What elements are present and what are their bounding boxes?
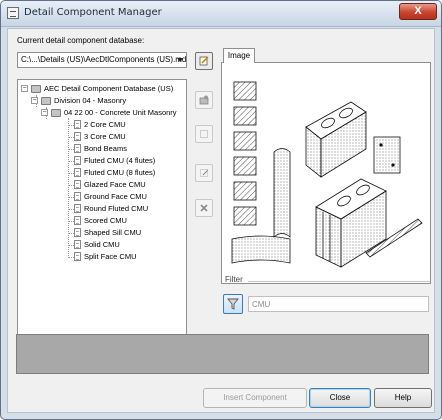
component-icon — [74, 252, 81, 261]
component-icon — [74, 204, 81, 213]
tree-item-label: Fluted CMU (8 flutes) — [84, 168, 156, 177]
new-item-icon — [200, 130, 208, 138]
cmu-preview-drawing — [231, 81, 423, 268]
component-icon — [74, 156, 81, 165]
component-icon — [74, 120, 81, 129]
image-preview-panel — [221, 62, 431, 284]
component-icon — [74, 180, 81, 189]
tree-line — [68, 118, 69, 258]
component-icon — [74, 240, 81, 249]
help-button[interactable]: Help — [374, 388, 432, 408]
tree-item-label: Solid CMU — [84, 240, 120, 249]
component-tree[interactable]: − AEC Detail Component Database (US) − D… — [17, 79, 187, 344]
component-icon — [74, 132, 81, 141]
edit-item-button[interactable] — [195, 164, 213, 182]
component-icon — [74, 144, 81, 153]
component-icon — [74, 192, 81, 201]
component-icon — [74, 216, 81, 225]
app-icon — [7, 7, 19, 19]
delete-icon — [200, 204, 208, 212]
title-bar[interactable]: Detail Component Manager X — [1, 1, 441, 27]
tree-item-label: Scored CMU — [84, 216, 127, 225]
tree-item-label: Fluted CMU (4 flutes) — [84, 156, 156, 165]
tree-item-label: Split Face CMU — [84, 252, 137, 261]
dialog-body: Current detail component database: C:\..… — [7, 28, 435, 413]
tree-node-label: AEC Detail Component Database (US) — [44, 84, 174, 93]
edit-item-icon — [200, 169, 209, 177]
folder-open-icon — [51, 109, 61, 117]
tree-item-label: 3 Core CMU — [84, 132, 126, 141]
filter-divider — [248, 281, 430, 282]
component-icon — [74, 168, 81, 177]
description-panel — [16, 334, 429, 374]
insert-component-button[interactable]: Insert Component — [203, 388, 307, 408]
database-select[interactable]: C:\...\Details (US)\AecDtlComponents (US… — [17, 52, 187, 68]
database-label: Current detail component database: — [17, 36, 145, 45]
tab-image[interactable]: Image — [223, 48, 255, 63]
tree-item-label: Shaped Sill CMU — [84, 228, 142, 237]
database-select-value: C:\...\Details (US)\AecDtlComponents (US… — [21, 55, 187, 64]
new-folder-icon — [199, 95, 209, 105]
detail-component-manager-window: Detail Component Manager X Current detai… — [0, 0, 442, 420]
close-button[interactable]: Close — [309, 388, 371, 408]
delete-button[interactable] — [195, 199, 213, 217]
tree-item-label: Ground Face CMU — [84, 192, 147, 201]
filter-input[interactable]: CMU — [248, 296, 429, 312]
collapse-icon[interactable]: − — [21, 85, 28, 92]
tree-item-label: Bond Beams — [84, 144, 127, 153]
collapse-icon[interactable]: − — [31, 97, 38, 104]
tree-item-label: Round Fluted CMU — [84, 204, 149, 213]
window-title: Detail Component Manager — [24, 7, 162, 18]
folder-open-icon — [31, 85, 41, 93]
tree-node-label: 04 22 00 - Concrete Unit Masonry — [64, 108, 177, 117]
filter-label: Filter — [225, 275, 243, 284]
window-close-button[interactable]: X — [399, 3, 437, 20]
new-folder-button[interactable] — [195, 91, 213, 109]
folder-open-icon — [41, 97, 51, 105]
edit-database-button[interactable] — [195, 52, 213, 70]
chevron-down-icon[interactable] — [177, 58, 183, 62]
new-item-button[interactable] — [195, 125, 213, 143]
tree-item-label: 2 Core CMU — [84, 120, 126, 129]
collapse-icon[interactable]: − — [41, 109, 48, 116]
edit-database-icon — [199, 56, 209, 66]
tree-node-label: Division 04 - Masonry — [54, 96, 127, 105]
filter-toggle-button[interactable] — [223, 294, 243, 314]
tree-item-label: Glazed Face CMU — [84, 180, 146, 189]
component-icon — [74, 228, 81, 237]
filter-icon — [227, 298, 239, 310]
